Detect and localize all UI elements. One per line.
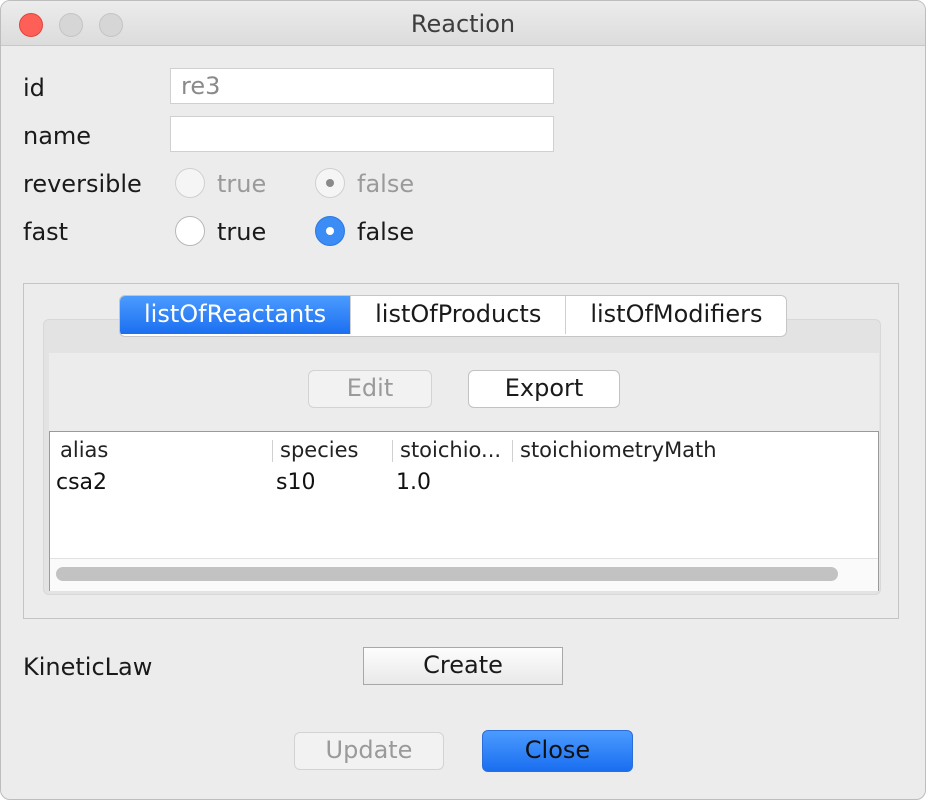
cell-alias[interactable]: csa2: [56, 470, 107, 495]
window-title: Reaction: [410, 10, 516, 38]
reversible-true-label: true: [217, 170, 267, 198]
name-field[interactable]: [170, 116, 554, 152]
reversible-false-radio[interactable]: [315, 168, 345, 198]
id-field[interactable]: re3: [170, 68, 554, 104]
horizontal-scrollbar[interactable]: [50, 558, 878, 591]
create-button[interactable]: Create: [363, 647, 563, 685]
column-divider[interactable]: [512, 440, 513, 462]
tab-list-of-reactants[interactable]: listOfReactants: [120, 296, 352, 334]
name-label: name: [23, 122, 92, 150]
fast-true-label: true: [217, 218, 267, 246]
column-header-stoichiometry-math[interactable]: stoichiometryMath: [520, 438, 717, 462]
column-header-alias[interactable]: alias: [60, 438, 108, 462]
radio-dot-icon: [326, 179, 334, 187]
reversible-false-label: false: [357, 170, 415, 198]
fast-false-label: false: [357, 218, 415, 246]
scrollbar-thumb[interactable]: [56, 567, 838, 581]
id-label: id: [23, 74, 45, 102]
tab-list-of-products[interactable]: listOfProducts: [351, 296, 567, 334]
column-divider[interactable]: [392, 440, 393, 462]
fast-true-radio[interactable]: [175, 216, 205, 246]
radio-dot-icon: [326, 227, 334, 235]
reversible-true-radio[interactable]: [175, 168, 205, 198]
edit-button[interactable]: Edit: [308, 370, 432, 408]
reaction-dialog: Reaction id re3 name reversible true fal…: [0, 0, 926, 800]
tab-list-of-modifiers[interactable]: listOfModifiers: [566, 296, 786, 334]
reversible-label: reversible: [23, 170, 142, 198]
tab-bar: listOfReactants listOfProducts listOfMod…: [119, 295, 788, 337]
export-button[interactable]: Export: [468, 370, 620, 408]
reactants-table: alias species stoichio... stoichiometryM…: [49, 431, 879, 591]
update-button[interactable]: Update: [294, 732, 444, 770]
cell-species[interactable]: s10: [276, 470, 315, 495]
column-divider[interactable]: [272, 440, 273, 462]
cell-stoichiometry[interactable]: 1.0: [396, 470, 431, 495]
kinetic-law-label: KineticLaw: [23, 653, 153, 681]
fast-false-radio[interactable]: [315, 216, 345, 246]
column-header-species[interactable]: species: [280, 438, 358, 462]
fast-label: fast: [23, 218, 69, 246]
close-button[interactable]: Close: [482, 730, 633, 772]
title-bar: Reaction: [1, 1, 925, 46]
column-header-stoichiometry[interactable]: stoichio...: [400, 438, 501, 462]
